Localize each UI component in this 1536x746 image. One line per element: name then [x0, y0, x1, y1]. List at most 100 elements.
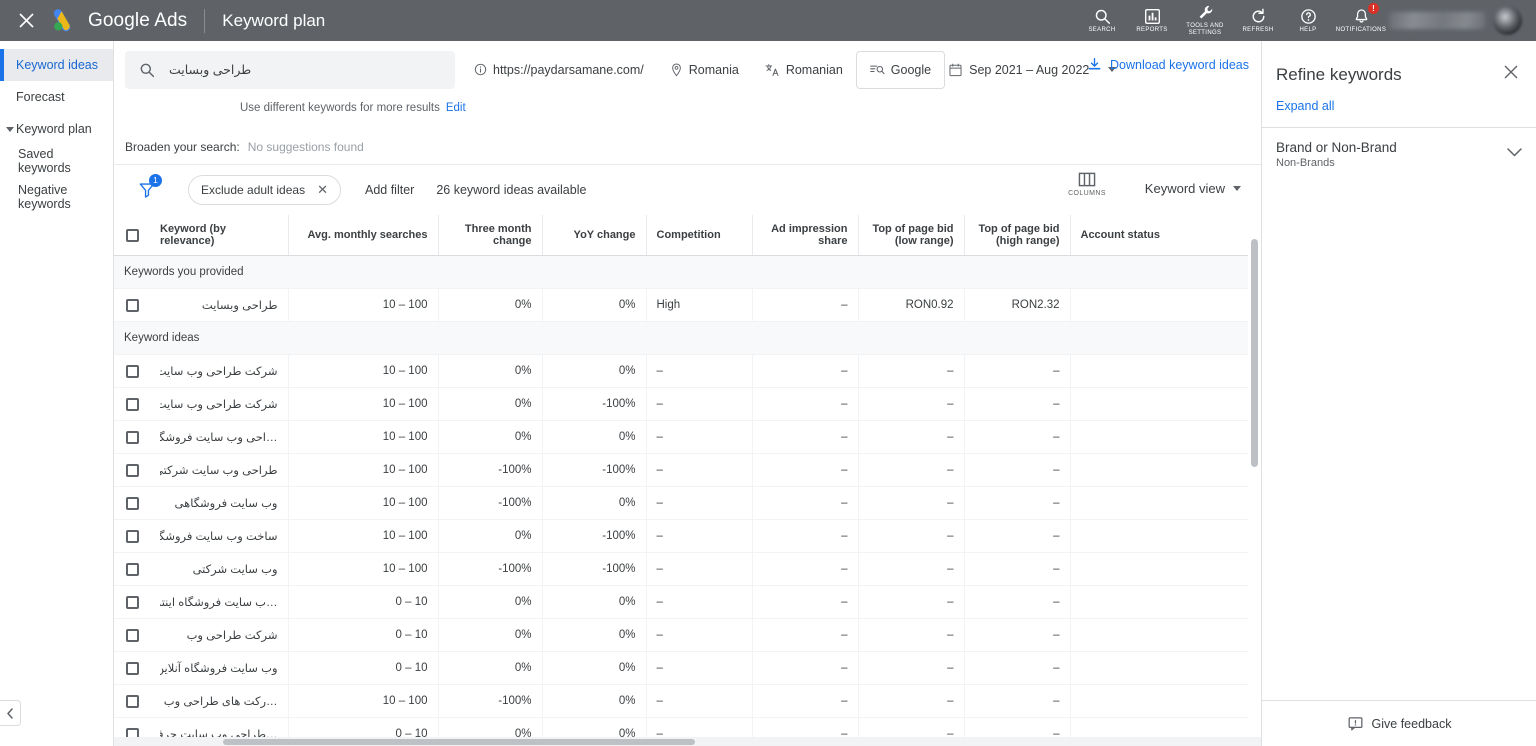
cell-keyword: شرکت طراحی وب سایت …	[150, 354, 289, 388]
header-account-status[interactable]: Account status	[1070, 215, 1254, 256]
close-icon[interactable]	[0, 0, 52, 41]
collapse-panel-handle[interactable]	[0, 700, 21, 726]
keyword-search-input[interactable]: طراحی وبسایت	[125, 50, 455, 89]
cell-three-month: 0%	[438, 585, 543, 619]
keyword-table: Keyword (by relevance) Avg. monthly sear…	[114, 215, 1255, 746]
table-row[interactable]: شرکت طراحی وب سایت …10 – 1000%0%––––	[114, 354, 1254, 388]
sidebar-item-saved-keywords[interactable]: Saved keywords	[0, 145, 113, 177]
table-vertical-scrollbar[interactable]	[1248, 215, 1261, 746]
search-action[interactable]: SEARCH	[1077, 0, 1127, 41]
table-row[interactable]: وب سایت شرکتی 10 – 100 -100% -100% – – – –	[114, 552, 1254, 586]
close-icon[interactable]	[1504, 65, 1518, 83]
sidebar-item-keyword-ideas[interactable]: Keyword ideas	[0, 49, 113, 81]
cell-yoy: -100%	[542, 453, 647, 487]
header-competition[interactable]: Competition	[646, 215, 753, 256]
chevron-down-icon[interactable]	[1507, 140, 1522, 162]
header-keyword[interactable]: Keyword (by relevance)	[150, 215, 289, 256]
row-checkbox[interactable]	[125, 595, 139, 609]
download-keyword-ideas-button[interactable]: Download keyword ideas	[1087, 57, 1249, 72]
sidebar-item-keyword-plan[interactable]: Keyword plan	[0, 113, 113, 145]
filter-button[interactable]: 1	[132, 174, 162, 205]
table-row[interactable]: طراحی وب سایت شرکتی 10 – 100 -100% -100% – – –…	[114, 453, 1254, 487]
row-checkbox[interactable]	[125, 430, 139, 444]
header-bid-low[interactable]: Top of page bid (low range)	[858, 215, 965, 256]
row-checkbox[interactable]	[125, 463, 139, 477]
cell-competition: –	[646, 651, 753, 685]
table-row[interactable]: …احی وب سایت فروشگاهی10 – 1000%0%––––	[114, 420, 1254, 454]
row-checkbox[interactable]	[125, 694, 139, 708]
cell-bid-low: –	[858, 519, 965, 553]
refresh-action-label: REFRESH	[1242, 26, 1274, 33]
location-filter-value: Romania	[688, 62, 739, 77]
table-row[interactable]: ساخت وب سایت فروشگاهی10 – 1000%-100%––––	[114, 519, 1254, 553]
keyword-view-selector[interactable]: Keyword view	[1145, 181, 1241, 196]
keyword-ideas-count: 26 keyword ideas available	[436, 183, 587, 197]
cell-bid-high: –	[964, 486, 1071, 520]
account-name-redacted[interactable]	[1389, 12, 1485, 29]
cell-ad-impression-share: –	[752, 552, 859, 586]
row-checkbox[interactable]	[125, 496, 139, 510]
sidebar-item-forecast[interactable]: Forecast	[0, 81, 113, 113]
broaden-value: No suggestions found	[247, 139, 364, 154]
table-row[interactable]: …ب سایت فروشگاه اینترنتی0 – 100%0%––––	[114, 585, 1254, 619]
select-all-checkbox[interactable]	[125, 228, 139, 242]
scrollbar-thumb[interactable]	[223, 739, 695, 745]
table-row[interactable]: وب سایت فروشگاه آنلاین …0 – 100%0%––––	[114, 651, 1254, 685]
filter-chip-exclude-adult-ideas[interactable]: Exclude adult ideas ✕	[188, 175, 341, 205]
horizontal-scrollbar[interactable]	[114, 737, 1261, 746]
top-bar-actions: SEARCH REPORTS TOOLS AND SETTINGS REFRES…	[1077, 0, 1536, 41]
cell-keyword: شرکت طراحی وب سایت	[150, 387, 289, 421]
location-filter[interactable]: Romania	[657, 50, 752, 90]
header-ad-impression-share[interactable]: Ad impression share	[752, 215, 859, 256]
row-checkbox[interactable]	[125, 661, 139, 675]
expand-all-link[interactable]: Expand all	[1262, 85, 1536, 113]
refine-group-brand-or-non-brand[interactable]: Brand or Non-Brand Non-Brands	[1262, 128, 1536, 183]
location-pin-icon	[671, 63, 681, 76]
table-row[interactable]: …رکت های طراحی وب سایت10 – 100-100%0%–––…	[114, 684, 1254, 718]
cell-bid-high: –	[964, 420, 1071, 454]
table-row[interactable]: شرکت طراحی وب سایت 10 – 100 0% -100% – – – –	[114, 387, 1254, 421]
remove-filter-icon[interactable]: ✕	[317, 182, 328, 198]
table-row[interactable]: طراحی وبسایت 10 – 100 0% 0% High – RON0.…	[114, 288, 1254, 322]
cell-yoy: 0%	[542, 684, 647, 718]
brand-logo[interactable]: Google Ads	[52, 8, 187, 33]
header-avg-searches[interactable]: Avg. monthly searches	[288, 215, 439, 256]
refresh-action[interactable]: REFRESH	[1233, 0, 1283, 41]
network-filter[interactable]: Google	[855, 50, 946, 89]
reports-action[interactable]: REPORTS	[1127, 0, 1177, 41]
sidebar-item-negative-keywords[interactable]: Negative keywords	[0, 177, 113, 217]
give-feedback-button[interactable]: Give feedback	[1262, 700, 1536, 746]
row-checkbox[interactable]	[125, 364, 139, 378]
row-checkbox[interactable]	[125, 562, 139, 576]
url-filter[interactable]: https://paydarsamane.com/	[461, 50, 657, 90]
row-checkbox[interactable]	[125, 628, 139, 642]
row-select-cell	[114, 651, 150, 685]
row-checkbox[interactable]	[125, 397, 139, 411]
edit-keywords-link[interactable]: Edit	[446, 102, 466, 114]
row-checkbox[interactable]	[125, 298, 139, 312]
columns-button[interactable]: COLUMNS	[1059, 171, 1115, 197]
scrollbar-thumb[interactable]	[1251, 239, 1258, 467]
cell-yoy: 0%	[542, 288, 647, 322]
avatar[interactable]	[1493, 6, 1522, 35]
add-filter-button[interactable]: Add filter	[365, 183, 414, 197]
row-select-cell	[114, 684, 150, 718]
cell-account-status	[1070, 552, 1254, 586]
header-bid-high[interactable]: Top of page bid (high range)	[964, 215, 1071, 256]
notifications-action[interactable]: ! NOTIFICATIONS	[1333, 0, 1389, 41]
cell-three-month: 0%	[438, 651, 543, 685]
table-row[interactable]: وب سایت فروشگاهی 10 – 100 -100% 0% – – – –	[114, 486, 1254, 520]
tools-and-settings-action[interactable]: TOOLS AND SETTINGS	[1177, 0, 1233, 41]
cell-ad-impression-share: –	[752, 585, 859, 619]
header-yoy[interactable]: YoY change	[542, 215, 647, 256]
language-filter[interactable]: Romanian	[752, 50, 856, 90]
date-range-value: Sep 2021 – Aug 2022	[969, 62, 1090, 77]
sidebar-item-label: Keyword plan	[16, 122, 92, 136]
refine-group-text: Brand or Non-Brand Non-Brands	[1276, 140, 1397, 169]
table-row[interactable]: شرکت طراحی وب 0 – 10 0% 0% – – – –	[114, 618, 1254, 652]
cell-bid-high: –	[964, 684, 1071, 718]
help-action[interactable]: HELP	[1283, 0, 1333, 41]
search-hint-text: Use different keywords for more results	[240, 102, 440, 114]
header-three-month[interactable]: Three month change	[438, 215, 543, 256]
row-checkbox[interactable]	[125, 529, 139, 543]
